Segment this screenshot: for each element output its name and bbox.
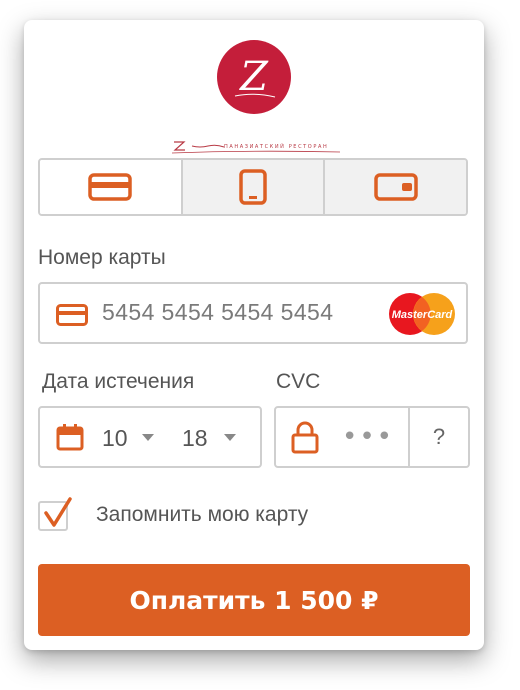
- logo-tagline: ПАНАЗИАТСКИЙ РЕСТОРАН: [224, 144, 329, 150]
- card-number-input[interactable]: 5454 5454 5454 5454 MasterCard: [38, 282, 468, 344]
- card-number-value: 5454 5454 5454 5454: [102, 299, 334, 325]
- remember-card-checkbox[interactable]: [38, 497, 72, 531]
- payment-form-card: Z ПАНАЗИАТСКИЙ РЕСТОРАН Номер карты 5454…: [24, 20, 484, 650]
- cvc-label: CVC: [276, 370, 321, 393]
- mastercard-text: MasterCard: [392, 309, 453, 321]
- lock-icon: [291, 421, 319, 454]
- cvc-masked-value: •••: [342, 422, 395, 452]
- credit-card-icon: [56, 304, 88, 326]
- expiry-label: Дата истечения: [42, 370, 195, 393]
- calendar-icon: [56, 424, 84, 451]
- chevron-down-icon[interactable]: [224, 434, 236, 441]
- tab-wallet[interactable]: [325, 160, 466, 214]
- expiry-year-select[interactable]: 18: [182, 425, 208, 452]
- credit-card-icon: [88, 173, 133, 201]
- checkmark-icon: [44, 497, 72, 527]
- expiry-month-select[interactable]: 10: [102, 425, 128, 452]
- pay-button[interactable]: Оплатить 1 500 ₽: [38, 564, 470, 636]
- restaurant-logo: Z ПАНАЗИАТСКИЙ РЕСТОРАН: [24, 40, 484, 160]
- logo-letter: Z: [238, 54, 269, 100]
- tab-card[interactable]: [40, 160, 183, 214]
- remember-card-label[interactable]: Запомнить мою карту: [96, 503, 308, 527]
- card-number-label: Номер карты: [38, 246, 166, 269]
- cvc-help-button[interactable]: ?: [410, 408, 468, 466]
- tab-mobile[interactable]: [182, 160, 326, 214]
- mastercard-logo: MasterCard: [389, 293, 455, 335]
- expiry-input: 10 18: [38, 406, 262, 468]
- wallet-icon: [373, 173, 418, 201]
- mobile-phone-icon: [239, 169, 267, 205]
- logo-circle: Z: [217, 40, 291, 114]
- cvc-input[interactable]: ••• ?: [274, 406, 470, 468]
- payment-method-tabs: [38, 158, 468, 216]
- chevron-down-icon[interactable]: [142, 434, 154, 441]
